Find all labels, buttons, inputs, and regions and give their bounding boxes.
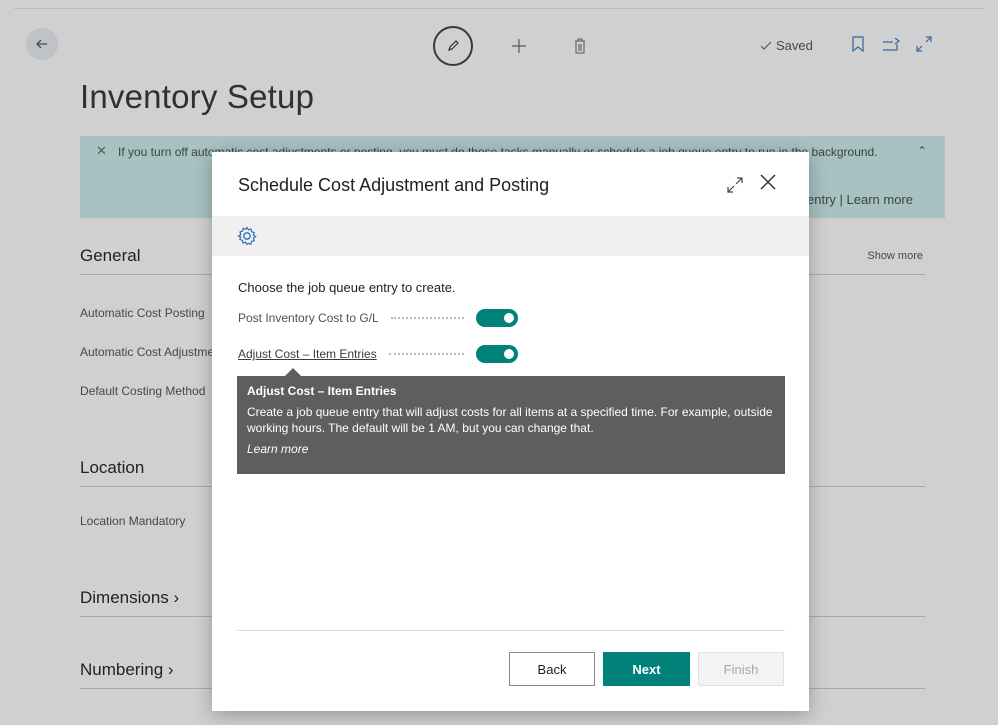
- gear-icon: [237, 226, 257, 246]
- tooltip-title: Adjust Cost – Item Entries: [247, 384, 397, 398]
- schedule-dialog: Schedule Cost Adjustment and Posting Cho…: [212, 152, 809, 711]
- leader-dots: [390, 317, 464, 319]
- next-button[interactable]: Next: [603, 652, 690, 686]
- footer-divider: [237, 630, 785, 631]
- tooltip-body: Create a job queue entry that will adjus…: [247, 405, 773, 435]
- option-post-inventory-cost: Post Inventory Cost to G/L: [238, 308, 518, 328]
- back-button[interactable]: Back: [509, 652, 595, 686]
- close-icon: [760, 174, 776, 190]
- option-label-link[interactable]: Adjust Cost – Item Entries: [238, 347, 377, 361]
- dialog-action-band: [212, 216, 809, 256]
- option-label: Post Inventory Cost to G/L: [238, 311, 379, 325]
- option-adjust-cost: Adjust Cost – Item Entries: [238, 344, 518, 364]
- toggle-adjust-cost[interactable]: [476, 345, 518, 363]
- dialog-close-button[interactable]: [758, 172, 782, 196]
- settings-button[interactable]: [236, 225, 258, 247]
- instruction-text: Choose the job queue entry to create.: [238, 280, 456, 295]
- dialog-expand-button[interactable]: [726, 176, 746, 196]
- leader-dots: [388, 353, 464, 355]
- tooltip-learn-more-link[interactable]: Learn more: [247, 442, 775, 456]
- toggle-post-inventory-cost[interactable]: [476, 309, 518, 327]
- dialog-title: Schedule Cost Adjustment and Posting: [238, 175, 550, 195]
- finish-button[interactable]: Finish: [698, 652, 784, 686]
- expand-icon: [727, 177, 743, 193]
- field-tooltip: Adjust Cost – Item Entries Create a job …: [237, 368, 785, 474]
